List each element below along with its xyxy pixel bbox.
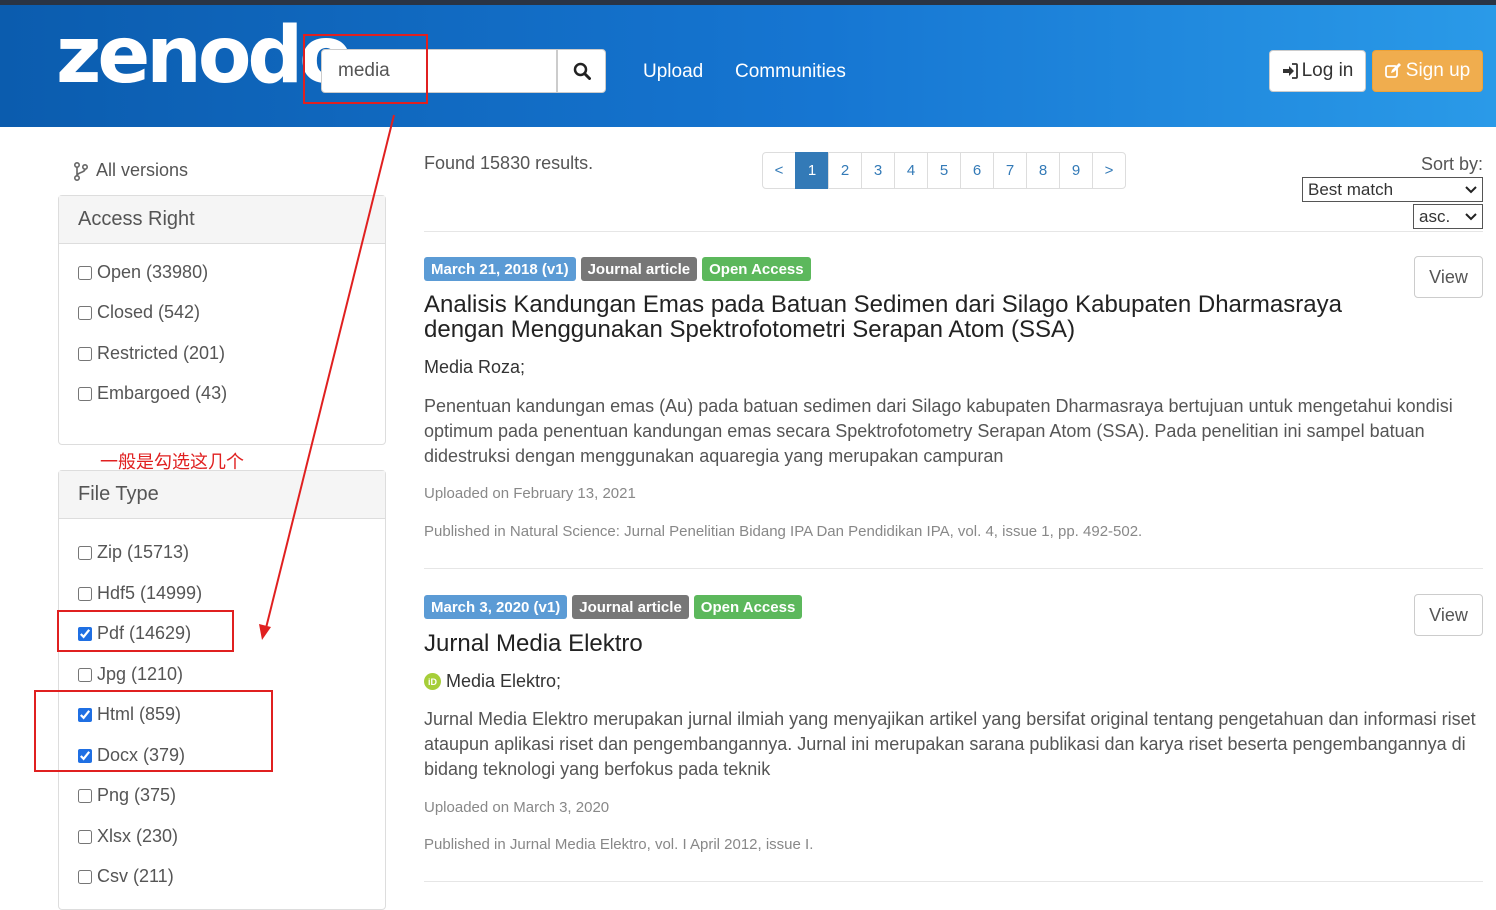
annotation-note: 一般是勾选这几个: [100, 452, 244, 473]
